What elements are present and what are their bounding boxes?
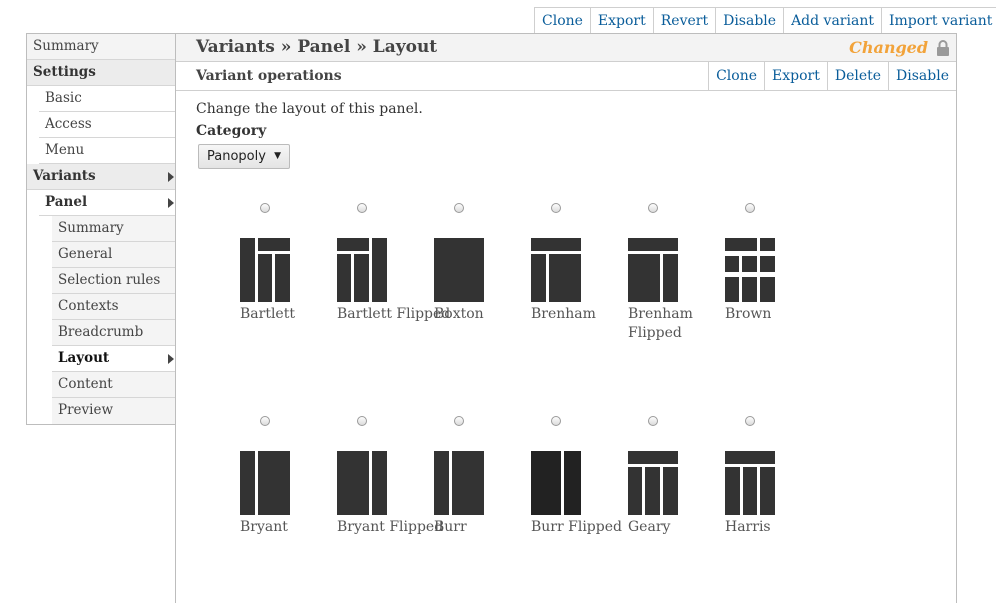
layout-label: Geary [628, 519, 671, 535]
layout-label: Bryant [240, 519, 288, 535]
chevron-down-icon: ▼ [274, 151, 281, 161]
sidebar-item-label: Panel [45, 194, 88, 210]
burr-flipped-layout-icon[interactable] [531, 451, 581, 515]
brenham-layout-icon[interactable] [531, 238, 581, 302]
layout-radio[interactable] [551, 203, 561, 213]
variant-operations-title: Variant operations [196, 68, 342, 84]
sidebar-item-label: Preview [58, 402, 114, 418]
sidebar: Summary Settings Basic Access Menu Variants Pa… [26, 33, 177, 425]
changed-status: Changed [849, 38, 928, 57]
clone-button[interactable]: Clone [535, 8, 591, 34]
layout-radio[interactable] [260, 416, 270, 426]
sidebar-item-label: Summary [33, 38, 99, 54]
layout-label: Bryant Flipped [337, 519, 444, 535]
brown-layout-icon[interactable] [725, 238, 775, 302]
variant-clone-button[interactable]: Clone [709, 62, 766, 90]
sidebar-item-label: Breadcrumb [58, 324, 144, 340]
variant-disable-button[interactable]: Disable [889, 62, 956, 90]
arrow-right-icon [168, 172, 174, 182]
variant-export-button[interactable]: Export [765, 62, 828, 90]
sidebar-item-label: Contexts [58, 298, 119, 314]
layout-label: Harris [725, 519, 771, 535]
layout-radio[interactable] [648, 416, 658, 426]
disable-button[interactable]: Disable [716, 8, 785, 34]
sidebar-item-label: Menu [45, 142, 85, 158]
variant-actions: Clone Export Delete Disable [708, 62, 956, 90]
page-title: Variants » Panel » Layout [196, 37, 438, 57]
sidebar-item-label: Content [58, 376, 113, 392]
sidebar-item-label: General [58, 246, 113, 262]
boxton-layout-icon[interactable] [434, 238, 484, 302]
layout-radio[interactable] [648, 203, 658, 213]
breadcrumb-bar: Variants » Panel » Layout Changed [176, 33, 956, 62]
sidebar-item-basic[interactable]: Basic [39, 86, 176, 112]
layout-label: Brown [725, 306, 772, 322]
variant-operations-bar: Variant operations Clone Export Delete D… [176, 62, 956, 91]
intro-text: Change the layout of this panel. [196, 101, 423, 117]
layout-radio[interactable] [551, 416, 561, 426]
sidebar-item-label: Selection rules [58, 272, 161, 288]
sidebar-item-label: Layout [58, 350, 110, 366]
sidebar-item-label: Variants [33, 168, 96, 184]
sidebar-item-contexts[interactable]: Contexts [52, 294, 176, 320]
arrow-right-icon [168, 198, 174, 208]
layout-label: Burr [434, 519, 467, 535]
sidebar-item-summary[interactable]: Summary [27, 34, 176, 60]
layout-radio[interactable] [357, 416, 367, 426]
layout-radio[interactable] [745, 416, 755, 426]
geary-layout-icon[interactable] [628, 451, 678, 515]
lock-icon [936, 40, 950, 61]
revert-button[interactable]: Revert [654, 8, 717, 34]
bryant-flipped-layout-icon[interactable] [337, 451, 387, 515]
sidebar-item-summary[interactable]: Summary [52, 216, 176, 242]
sidebar-item-label: Settings [33, 64, 96, 80]
sidebar-item-general[interactable]: General [52, 242, 176, 268]
sidebar-item-breadcrumb[interactable]: Breadcrumb [52, 320, 176, 346]
sidebar-item-panel[interactable]: Panel [39, 190, 176, 216]
import-variant-button[interactable]: Import variant [882, 8, 996, 34]
sidebar-item-variants[interactable]: Variants [27, 164, 176, 190]
sidebar-item-selection-rules[interactable]: Selection rules [52, 268, 176, 294]
layout-radio[interactable] [357, 203, 367, 213]
sidebar-item-preview[interactable]: Preview [52, 398, 176, 424]
layout-radio[interactable] [260, 203, 270, 213]
sidebar-item-layout[interactable]: Layout [52, 346, 176, 372]
sidebar-item-label: Access [45, 116, 92, 132]
bartlett-layout-icon[interactable] [240, 238, 290, 302]
variant-delete-button[interactable]: Delete [828, 62, 890, 90]
category-label: Category [196, 123, 267, 139]
category-select[interactable]: Panopoly ▼ [198, 144, 290, 169]
layout-radio[interactable] [745, 203, 755, 213]
sidebar-item-content[interactable]: Content [52, 372, 176, 398]
burr-layout-icon[interactable] [434, 451, 484, 515]
layout-label: Brenham [531, 306, 596, 322]
add-variant-button[interactable]: Add variant [784, 8, 882, 34]
layout-radio[interactable] [454, 416, 464, 426]
layout-label: Bartlett [240, 306, 295, 322]
top-actions: Clone Export Revert Disable Add variant … [534, 7, 996, 34]
sidebar-item-label: Basic [45, 90, 82, 106]
brenham-flipped-layout-icon[interactable] [628, 238, 678, 302]
harris-layout-icon[interactable] [725, 451, 775, 515]
bartlett-flipped-layout-icon[interactable] [337, 238, 387, 302]
bryant-layout-icon[interactable] [240, 451, 290, 515]
layout-label: Brenham Flipped [628, 306, 693, 341]
export-button[interactable]: Export [591, 8, 654, 34]
sidebar-item-menu[interactable]: Menu [39, 138, 176, 164]
layout-radio[interactable] [454, 203, 464, 213]
arrow-right-icon [168, 354, 174, 364]
layout-label: Burr Flipped [531, 519, 622, 535]
main-panel: Variants » Panel » Layout Changed Varian… [175, 33, 957, 603]
sidebar-item-label: Summary [58, 220, 124, 236]
sidebar-item-access[interactable]: Access [39, 112, 176, 138]
sidebar-item-settings[interactable]: Settings [27, 60, 176, 86]
layout-label: Boxton [434, 306, 484, 322]
category-select-value: Panopoly [207, 149, 266, 164]
